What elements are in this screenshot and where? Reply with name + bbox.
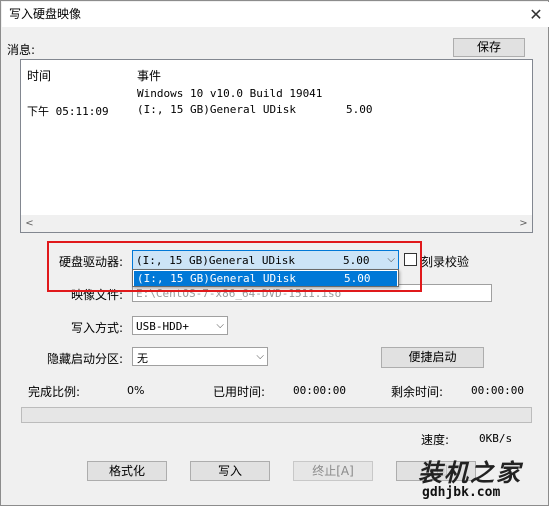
column-header-event: 事件 [137, 69, 162, 83]
watermark-name: 装机之家 [418, 459, 522, 487]
window-title: 写入硬盘映像 [9, 7, 82, 21]
hidden-partition-value: 无 [137, 352, 148, 365]
verify-label: 刻录校验 [421, 255, 470, 269]
value-row-2: 5.00 [346, 103, 373, 116]
hidden-partition-select[interactable]: 无 ⌵ [132, 347, 268, 366]
write-method-value: USB-HDD+ [136, 320, 189, 333]
elapsed-value: 00:00:00 [293, 384, 346, 397]
stop-button[interactable]: 终止[A] [293, 461, 373, 481]
watermark-url: gdhjbk.com [422, 485, 501, 500]
quick-boot-button[interactable]: 便捷启动 [381, 347, 484, 368]
event-row-2: (I:, 15 GB)General UDisk [137, 103, 296, 116]
column-header-time: 时间 [27, 69, 52, 83]
chevron-down-icon: ⌵ [216, 320, 224, 331]
horizontal-scrollbar[interactable]: < > [21, 215, 532, 232]
event-row-1: Windows 10 v10.0 Build 19041 [137, 87, 323, 100]
speed-label: 速度: [421, 433, 450, 447]
progress-value: 0% [127, 384, 145, 397]
write-disk-image-dialog: 写入硬盘映像 ✕ 消息: 保存 时间 事件 Windows 10 v10.0 B… [0, 0, 549, 506]
scroll-right-icon[interactable]: > [515, 215, 532, 232]
remaining-value: 00:00:00 [471, 384, 524, 397]
close-icon[interactable]: ✕ [522, 3, 549, 27]
format-button[interactable]: 格式化 [87, 461, 167, 481]
messages-label: 消息: [7, 43, 36, 57]
title-bar: 写入硬盘映像 ✕ [2, 2, 549, 27]
elapsed-label: 已用时间: [213, 385, 266, 399]
progress-bar [21, 407, 532, 423]
speed-value: 0KB/s [479, 432, 513, 445]
write-method-label: 写入方式: [71, 321, 124, 335]
hidden-partition-label: 隐藏启动分区: [47, 352, 124, 366]
time-row-2: 下午 05:11:09 [27, 105, 109, 118]
annotation-highlight-box [47, 241, 422, 292]
progress-label: 完成比例: [28, 385, 81, 399]
message-list: 时间 事件 Windows 10 v10.0 Build 19041 下午 05… [20, 59, 533, 233]
save-button[interactable]: 保存 [453, 38, 525, 57]
write-button[interactable]: 写入 [190, 461, 270, 481]
scroll-left-icon[interactable]: < [21, 215, 38, 232]
remaining-label: 剩余时间: [391, 385, 444, 399]
chevron-down-icon: ⌵ [256, 351, 264, 362]
write-method-select[interactable]: USB-HDD+ ⌵ [132, 316, 228, 335]
